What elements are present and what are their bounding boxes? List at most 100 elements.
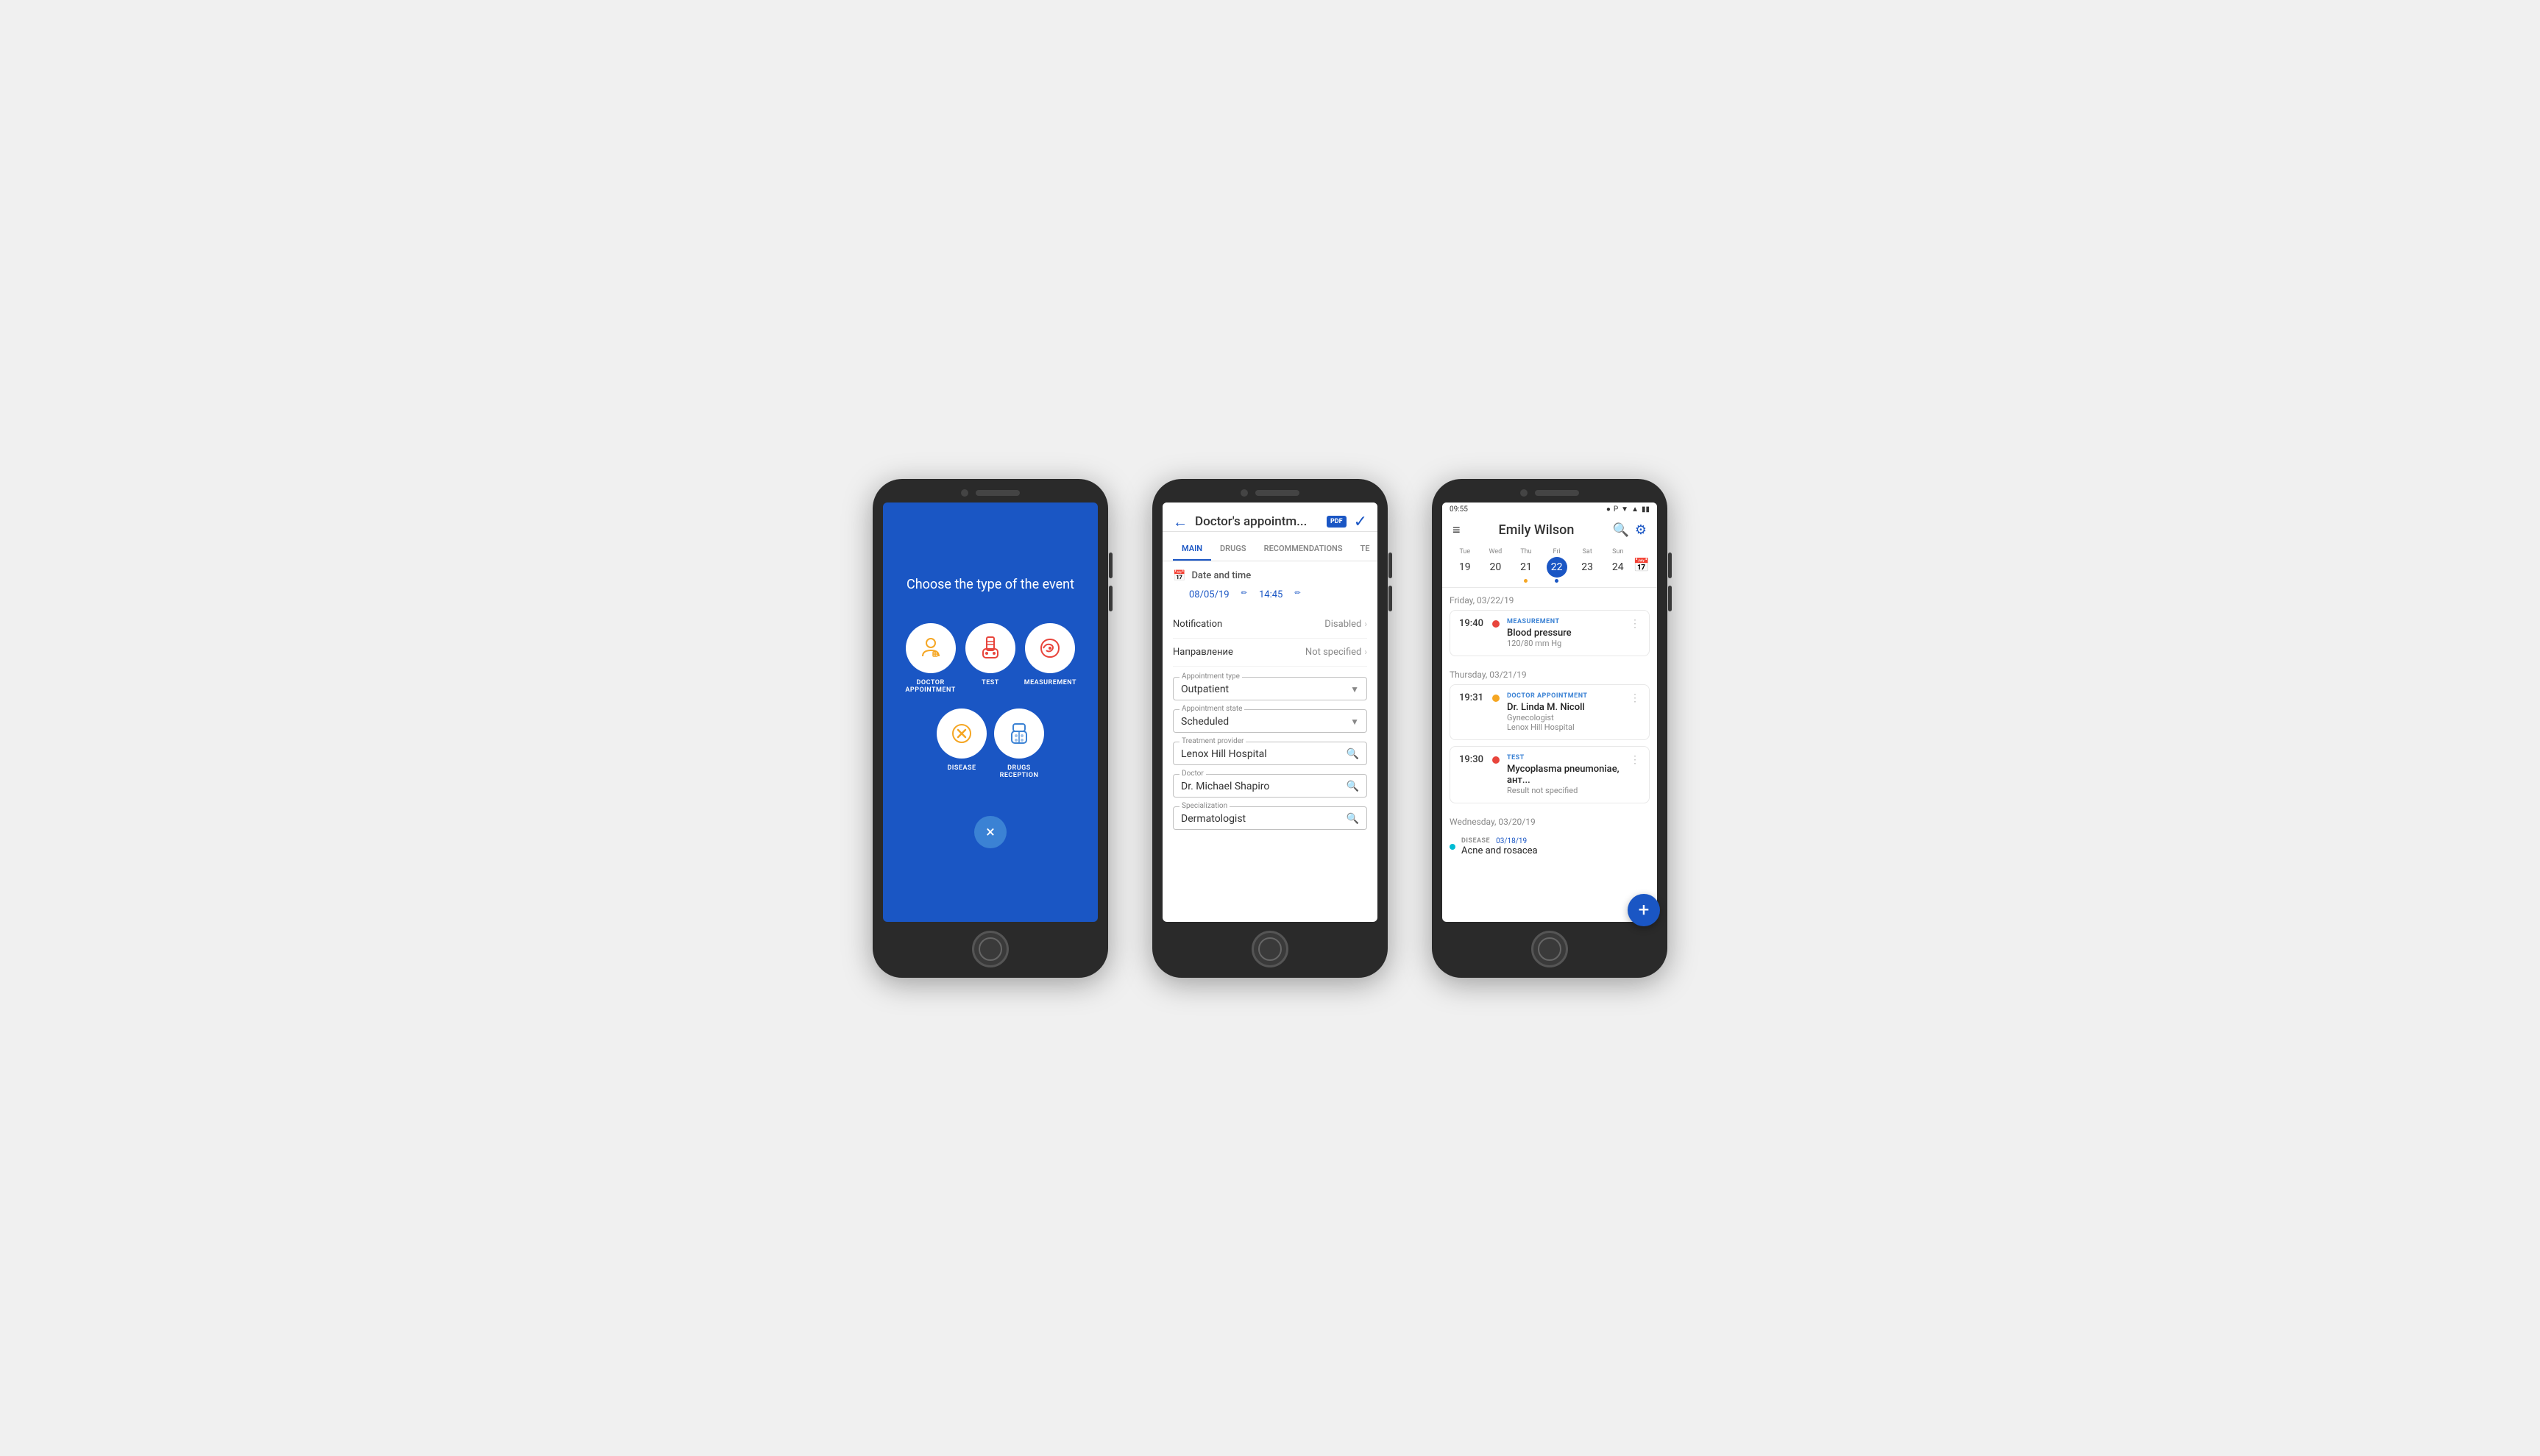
doctor-label: Doctor bbox=[1179, 770, 1206, 778]
volume-down-button-3[interactable] bbox=[1668, 586, 1672, 611]
direction-chevron: › bbox=[1364, 647, 1367, 657]
event-sub-bp: 120/80 mm Hg bbox=[1507, 639, 1622, 648]
event-sub-test: Result not specified bbox=[1507, 786, 1622, 795]
event-doctor-appointment[interactable]: DOCTORAPPOINTMENT bbox=[904, 623, 957, 694]
volume-down-button[interactable] bbox=[1109, 586, 1113, 611]
speaker-3 bbox=[1535, 490, 1579, 496]
date-header-thu: Thursday, 03/21/19 bbox=[1450, 662, 1650, 684]
confirm-button[interactable]: ✓ bbox=[1354, 513, 1367, 531]
disease-type-label: DISEASE bbox=[1461, 837, 1490, 845]
direction-row[interactable]: Направление Not specified › bbox=[1173, 639, 1367, 667]
header-2: ← Doctor's appointm... PDF ✓ bbox=[1163, 503, 1377, 532]
tab-te[interactable]: TE bbox=[1352, 538, 1377, 561]
home-button-3[interactable] bbox=[1531, 931, 1568, 967]
date-time-section: 📅 Date and time bbox=[1173, 570, 1367, 582]
pdf-button[interactable]: PDF bbox=[1327, 516, 1347, 528]
cal-day-tue[interactable]: Tue 19 bbox=[1450, 548, 1480, 583]
treatment-provider-value: Lenox Hill Hospital 🔍 bbox=[1181, 748, 1359, 760]
specialization-search: 🔍 bbox=[1347, 813, 1359, 825]
event-card-doctor-appt[interactable]: 19:31 DOCTOR APPOINTMENT Dr. Linda M. Ni… bbox=[1450, 684, 1650, 740]
disease-content: DISEASE 03/18/19 Acne and rosacea bbox=[1461, 837, 1538, 856]
treatment-provider-label: Treatment provider bbox=[1179, 737, 1246, 745]
appointment-state-field[interactable]: Appointment state Scheduled ▼ bbox=[1173, 709, 1367, 733]
disease-row[interactable]: DISEASE 03/18/19 Acne and rosacea bbox=[1450, 831, 1650, 862]
event-name-test: Mycoplasma pneumoniae, ант... bbox=[1507, 764, 1622, 786]
volume-up-button-2[interactable] bbox=[1388, 553, 1392, 578]
tab-recommendations[interactable]: RECOMMENDATIONS bbox=[1255, 538, 1352, 561]
event-badge-doctor: DOCTOR APPOINTMENT bbox=[1507, 692, 1622, 700]
event-dot-bp bbox=[1492, 620, 1500, 628]
notification-chevron: › bbox=[1364, 619, 1367, 629]
cal-day-sat[interactable]: Sat 23 bbox=[1572, 548, 1603, 583]
status-icons: ● P ▼ ▲ ▮▮ bbox=[1606, 505, 1650, 514]
treatment-provider-field[interactable]: Treatment provider Lenox Hill Hospital 🔍 bbox=[1173, 742, 1367, 765]
event-drugs[interactable]: DRUGSRECEPTION bbox=[994, 709, 1044, 779]
event-grid-bottom: DISEASE DRUGSRECEPTION bbox=[937, 709, 1044, 779]
event-more-bp[interactable]: ⋮ bbox=[1630, 618, 1640, 630]
add-event-fab[interactable]: + bbox=[1628, 894, 1657, 922]
phone-1: Choose the type of the event DOCTORAPPOI… bbox=[873, 479, 1108, 978]
phone-3: 09:55 ● P ▼ ▲ ▮▮ ≡ Emily Wilson 🔍 ⚙ Tue … bbox=[1432, 479, 1667, 978]
phone-2: ← Doctor's appointm... PDF ✓ MAIN DRUGS … bbox=[1152, 479, 1388, 978]
screen-2: ← Doctor's appointm... PDF ✓ MAIN DRUGS … bbox=[1163, 503, 1377, 922]
doctor-field[interactable]: Doctor Dr. Michael Shapiro 🔍 bbox=[1173, 774, 1367, 798]
event-dot-doctor bbox=[1492, 695, 1500, 702]
calendar-button[interactable]: 📅 bbox=[1633, 558, 1650, 573]
event-circle-measurement bbox=[1025, 623, 1075, 673]
event-circle-test bbox=[965, 623, 1015, 673]
appointment-type-label: Appointment type bbox=[1179, 672, 1242, 681]
event-sub2-doctor: Lenox Hill Hospital bbox=[1507, 722, 1622, 732]
date-value[interactable]: 08/05/19 bbox=[1189, 589, 1230, 600]
date-edit-icon[interactable]: ✏ bbox=[1241, 589, 1247, 600]
home-button-inner-3 bbox=[1538, 937, 1561, 961]
tab-drugs[interactable]: DRUGS bbox=[1211, 538, 1255, 561]
volume-up-button[interactable] bbox=[1109, 553, 1113, 578]
cal-day-wed[interactable]: Wed 20 bbox=[1480, 548, 1511, 583]
doctor-icon bbox=[918, 636, 943, 661]
signal-icon: ▲ bbox=[1631, 505, 1639, 514]
cal-dot-fri bbox=[1555, 579, 1558, 583]
event-more-doctor[interactable]: ⋮ bbox=[1630, 692, 1640, 704]
filter-button[interactable]: ⚙ bbox=[1635, 522, 1647, 538]
back-button[interactable]: ← bbox=[1173, 513, 1188, 531]
calendar-icon: 📅 bbox=[1173, 570, 1185, 582]
event-time-doctor: 19:31 bbox=[1459, 692, 1485, 703]
notification-val-wrap: Disabled › bbox=[1324, 619, 1367, 630]
event-test[interactable]: TEST bbox=[964, 623, 1016, 694]
event-name-bp: Blood pressure bbox=[1507, 628, 1622, 639]
events-list: Friday, 03/22/19 19:40 MEASUREMENT Blood… bbox=[1442, 588, 1657, 901]
event-card-blood-pressure[interactable]: 19:40 MEASUREMENT Blood pressure 120/80 … bbox=[1450, 610, 1650, 656]
direction-value: Not specified bbox=[1305, 647, 1361, 658]
specialization-field[interactable]: Specialization Dermatologist 🔍 bbox=[1173, 806, 1367, 830]
doctor-search: 🔍 bbox=[1347, 781, 1359, 792]
tab-main[interactable]: MAIN bbox=[1173, 538, 1211, 561]
event-grid-top: DOCTORAPPOINTMENT TEST bbox=[904, 623, 1076, 694]
cal-day-sun[interactable]: Sun 24 bbox=[1603, 548, 1633, 583]
cal-day-thu[interactable]: Thu 21 bbox=[1511, 548, 1542, 583]
event-circle-drugs bbox=[994, 709, 1044, 759]
event-content-doctor: DOCTOR APPOINTMENT Dr. Linda M. Nicoll G… bbox=[1507, 692, 1622, 732]
notification-row[interactable]: Notification Disabled › bbox=[1173, 611, 1367, 639]
event-card-test[interactable]: 19:30 TEST Mycoplasma pneumoniae, ант...… bbox=[1450, 746, 1650, 803]
event-measurement[interactable]: MEASUREMENT bbox=[1024, 623, 1076, 694]
volume-up-button-3[interactable] bbox=[1668, 553, 1672, 578]
time-edit-icon[interactable]: ✏ bbox=[1294, 589, 1300, 600]
home-button-1[interactable] bbox=[972, 931, 1009, 967]
event-more-test[interactable]: ⋮ bbox=[1630, 754, 1640, 766]
close-fab-button[interactable]: × bbox=[974, 816, 1007, 848]
hamburger-menu-icon[interactable]: ≡ bbox=[1452, 522, 1461, 538]
choose-event-title: Choose the type of the event bbox=[907, 575, 1074, 594]
doctor-value: Dr. Michael Shapiro 🔍 bbox=[1181, 781, 1359, 792]
home-button-2[interactable] bbox=[1252, 931, 1288, 967]
event-label-doctor: DOCTORAPPOINTMENT bbox=[905, 679, 955, 694]
volume-down-button-2[interactable] bbox=[1388, 586, 1392, 611]
speaker bbox=[976, 490, 1020, 496]
cal-dot-wed bbox=[1494, 579, 1497, 583]
appointment-type-field[interactable]: Appointment type Outpatient ▼ bbox=[1173, 677, 1367, 700]
appointment-type-dropdown: ▼ bbox=[1350, 684, 1359, 695]
battery-icon: ▮▮ bbox=[1642, 505, 1650, 514]
cal-day-fri[interactable]: Fri 22 bbox=[1542, 548, 1572, 583]
event-disease[interactable]: DISEASE bbox=[937, 709, 987, 779]
search-button[interactable]: 🔍 bbox=[1612, 522, 1628, 538]
time-value[interactable]: 14:45 bbox=[1259, 589, 1283, 600]
